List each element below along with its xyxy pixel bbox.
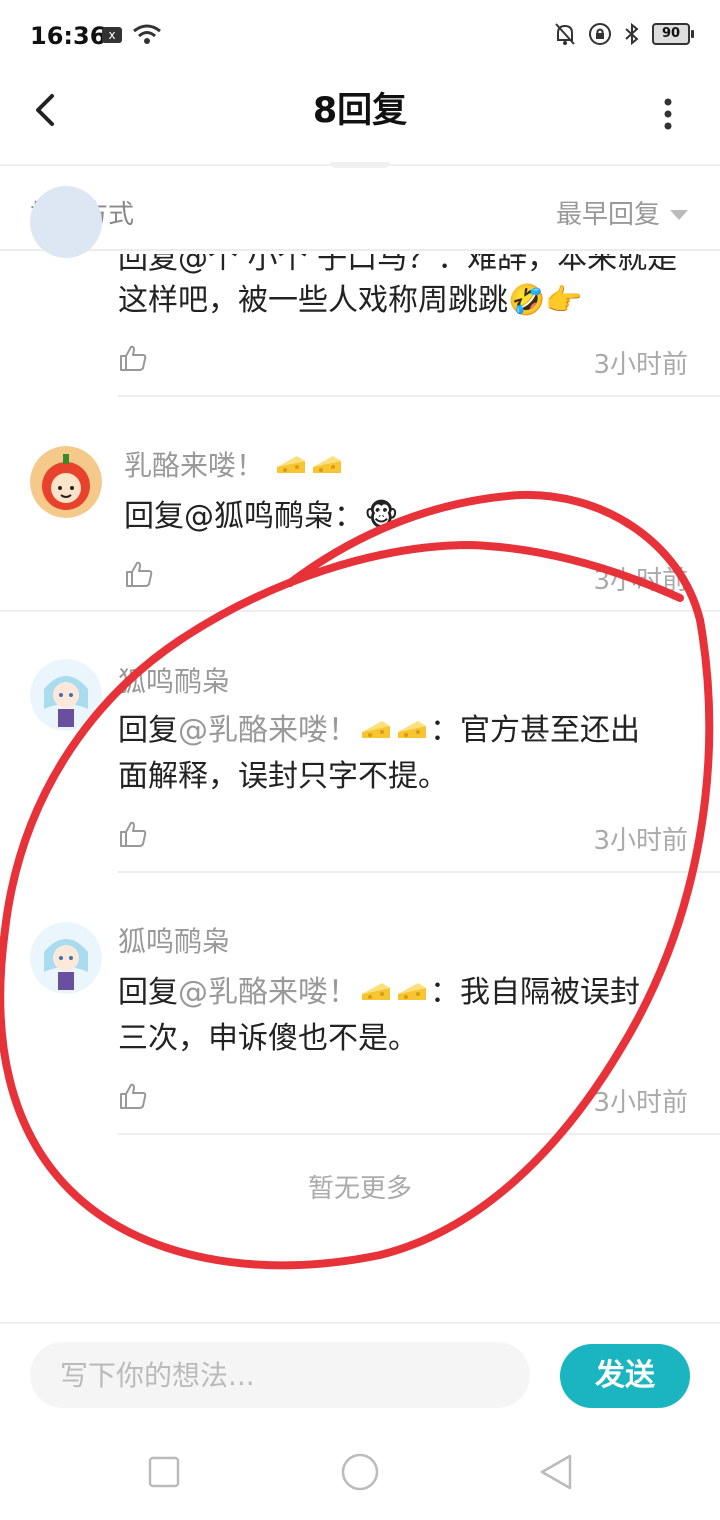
cheese-emoji-icon	[362, 983, 390, 1000]
system-nav-bar	[0, 1420, 720, 1520]
more-menu-icon[interactable]	[662, 94, 674, 134]
sort-dropdown[interactable]: 最早回复	[556, 194, 688, 231]
status-bar: 16:36 x 90	[0, 0, 720, 72]
input-divider	[0, 1322, 720, 1324]
comment-username[interactable]: 乳酪来喽！	[124, 444, 345, 484]
mention-link[interactable]: @乳酪来喽！	[178, 975, 358, 1010]
thumbs-up-icon[interactable]	[118, 819, 148, 849]
page-title: 8回复	[312, 91, 408, 131]
wifi-icon	[133, 24, 161, 44]
reply-prefix: 回复@狐鸣鸸枭：	[124, 499, 364, 534]
username-text: 乳酪来喽！	[124, 449, 265, 482]
send-button[interactable]: 发送	[560, 1344, 690, 1408]
comment-divider	[118, 1133, 720, 1135]
mute-bell-icon	[555, 23, 575, 45]
comment-time: 3小时前	[593, 566, 688, 596]
status-time: 16:36	[30, 22, 107, 50]
cheese-emoji-icon	[362, 721, 390, 738]
message-notification-icon: x	[102, 27, 122, 43]
comment-divider	[118, 871, 720, 873]
mention-link[interactable]: @乳酪来喽！	[178, 713, 358, 748]
home-icon[interactable]	[340, 1452, 380, 1492]
comment-divider	[118, 395, 720, 397]
recent-apps-icon[interactable]	[148, 1456, 180, 1488]
comment-text: 回复@狐鸣鸸枭：🐵	[124, 494, 690, 540]
thumbs-up-icon[interactable]	[118, 343, 148, 373]
reply-text: 面解释，误封只字不提。	[118, 759, 448, 794]
sort-selected-value: 最早回复	[555, 200, 660, 230]
comment-time: 3小时前	[593, 826, 688, 856]
comment-time: 3小时前	[593, 1088, 688, 1118]
comment-text: 回复@乳酪来喽！ ：我自隔被误封 三次，申诉傻也不是。	[118, 970, 690, 1062]
title-bar: 8回复	[0, 72, 720, 164]
avatar[interactable]	[30, 659, 102, 731]
battery-indicator: 90	[652, 23, 694, 45]
comment-username[interactable]: 狐鸣鸸枭	[118, 660, 230, 700]
reply-text: ：官方甚至还出	[430, 713, 640, 748]
comment-text: 回复@乳酪来喽！ ：官方甚至还出 面解释，误封只字不提。	[118, 708, 690, 800]
thumbs-up-icon[interactable]	[124, 559, 154, 589]
caret-down-icon	[670, 209, 688, 220]
reply-prefix: 回复	[118, 975, 178, 1010]
avatar[interactable]	[30, 922, 102, 994]
reply-text: ：我自隔被误封	[430, 975, 640, 1010]
comment-time: 3小时前	[593, 350, 688, 380]
reply-prefix: 回复	[118, 713, 178, 748]
cheese-emoji-icon	[312, 456, 341, 473]
rotation-lock-icon	[589, 23, 611, 45]
sort-divider	[0, 249, 720, 251]
thumbs-up-icon[interactable]	[118, 1081, 148, 1111]
sort-bar: 排序方式 最早回复	[0, 168, 720, 248]
monkey-emoji: 🐵	[364, 499, 399, 534]
bluetooth-icon	[625, 22, 639, 46]
nav-back-icon[interactable]	[538, 1452, 574, 1492]
cheese-emoji-icon	[398, 983, 426, 1000]
avatar[interactable]	[30, 186, 102, 258]
cheese-emoji-icon	[276, 456, 305, 473]
avatar[interactable]	[30, 446, 102, 518]
reply-text: 三次，申诉傻也不是。	[118, 1021, 418, 1056]
comment-username[interactable]: 狐鸣鸸枭	[118, 920, 230, 960]
comment-divider	[0, 610, 720, 612]
comment-input[interactable]	[30, 1342, 530, 1408]
cheese-emoji-icon	[398, 721, 426, 738]
no-more-text: 暂无更多	[307, 1174, 412, 1204]
comment-text-line2: 这样吧，被一些人戏称周跳跳🤣👉	[118, 283, 583, 318]
